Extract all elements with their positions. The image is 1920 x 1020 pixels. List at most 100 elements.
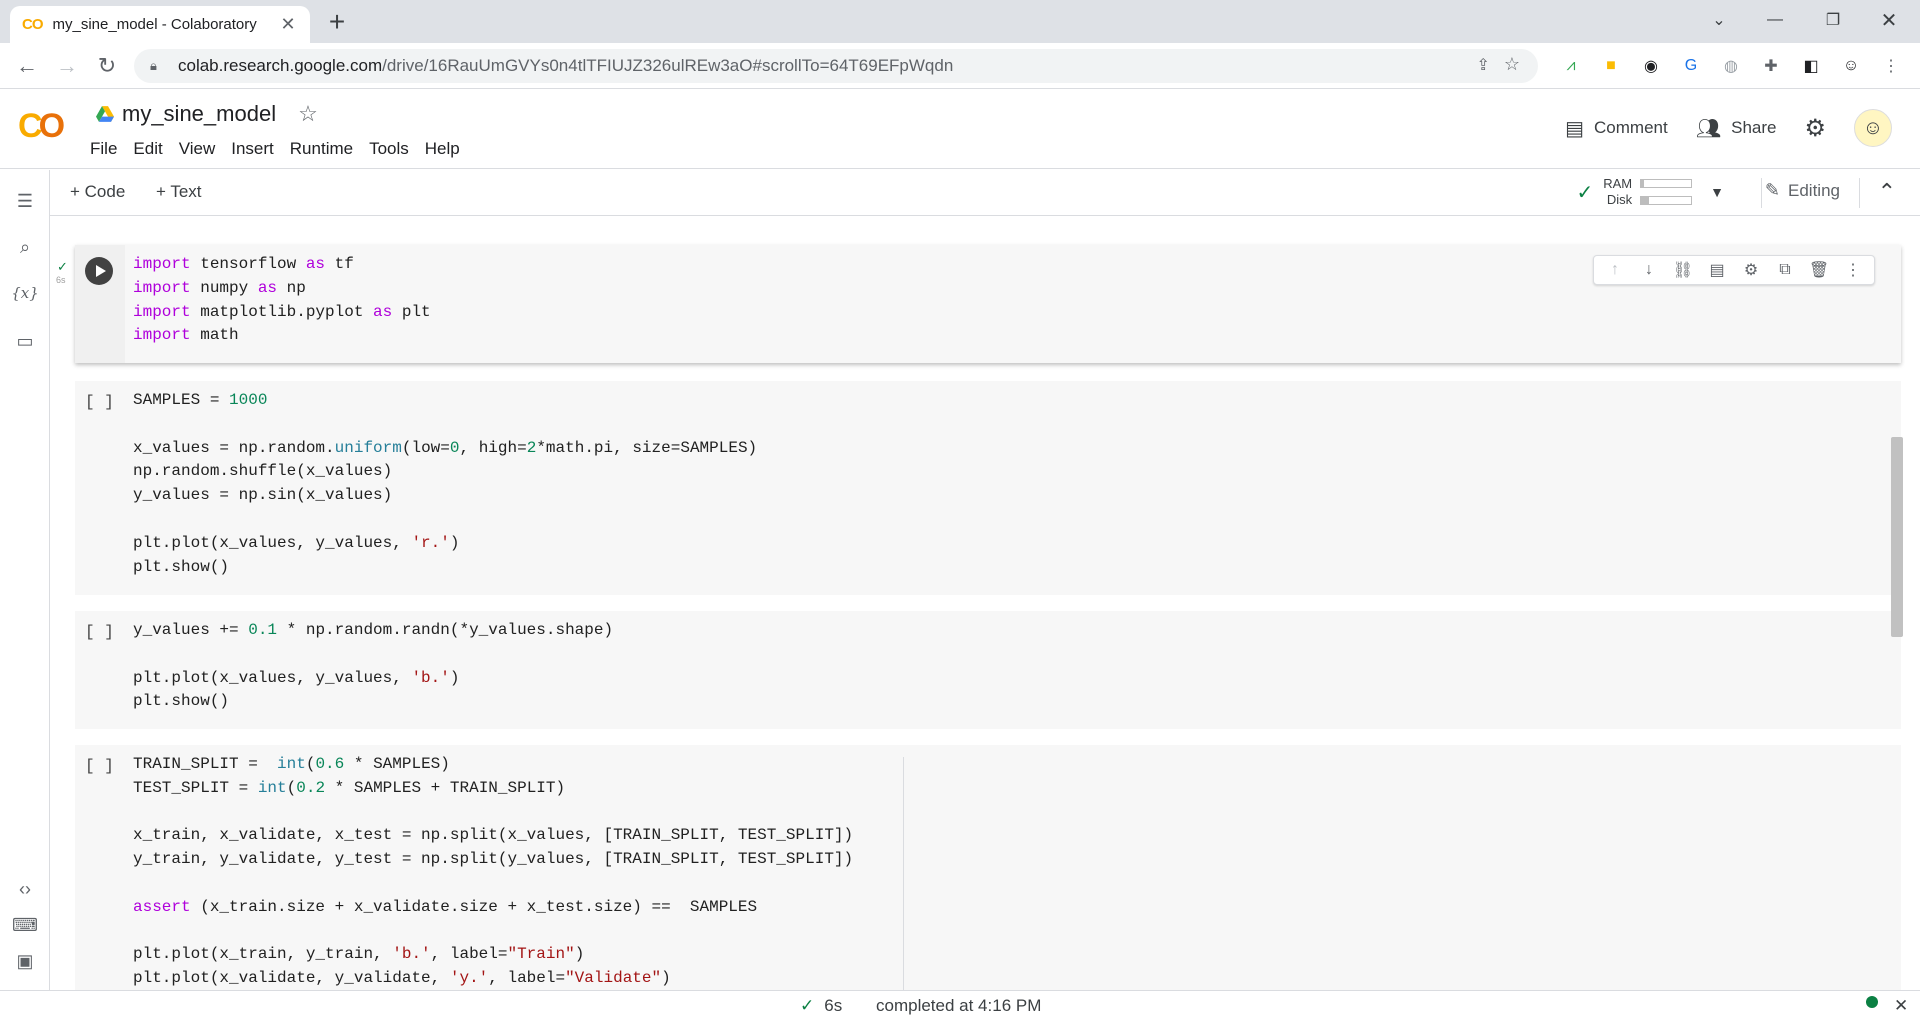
- notebook-title[interactable]: my_sine_model: [122, 101, 276, 127]
- cell-code[interactable]: TRAIN_SPLIT = int(0.6 * SAMPLES) TEST_SP…: [133, 753, 853, 990]
- chevron-down-icon[interactable]: ▼: [1710, 184, 1724, 200]
- cell-run-bracket[interactable]: [ ]: [85, 623, 114, 641]
- editing-label: Editing: [1788, 180, 1840, 200]
- status-bar: ✓ 6s completed at 4:16 PM ✕: [0, 990, 1920, 1020]
- user-avatar[interactable]: ☺: [1854, 109, 1892, 147]
- comment-button[interactable]: ▤ Comment: [1565, 116, 1668, 141]
- add-code-button[interactable]: + Code: [70, 182, 125, 202]
- settings-gear-icon[interactable]: ⚙: [1804, 114, 1826, 143]
- colab-favicon-icon: CO: [22, 16, 43, 33]
- link-icon[interactable]: ⛓: [1666, 260, 1700, 280]
- move-up-icon[interactable]: ↑: [1598, 261, 1632, 279]
- browser-tab[interactable]: CO my_sine_model - Colaboratory ✕: [10, 6, 310, 43]
- add-comment-icon[interactable]: ▤: [1700, 260, 1734, 280]
- code-cell-noise[interactable]: [ ] y_values += 0.1 * np.random.randn(*y…: [75, 611, 1901, 729]
- code-cell-imports[interactable]: import tensorflow as tf import numpy as …: [75, 245, 1901, 363]
- collapse-header-icon[interactable]: ⌃: [1878, 179, 1896, 205]
- url-bar[interactable]: 🔒︎ colab.research.google.com/drive/16Rau…: [134, 49, 1538, 83]
- url-host: colab.research.google.com: [178, 56, 383, 75]
- menu-insert[interactable]: Insert: [223, 139, 282, 159]
- code-line: import matplotlib.pyplot as plt: [133, 302, 431, 321]
- menu-edit[interactable]: Edit: [125, 139, 170, 159]
- left-sidebar: ☰ ⌕ {x} ▭ ‹› ⌨ ▣: [0, 170, 50, 990]
- comment-icon: ▤: [1565, 117, 1585, 140]
- cell-exec-time: 6s: [56, 275, 66, 285]
- more-options-icon[interactable]: ⋮: [1836, 260, 1870, 280]
- bookmark-star-icon[interactable]: ☆: [1504, 54, 1520, 75]
- comment-label: Comment: [1594, 118, 1668, 137]
- extension-3-icon[interactable]: ◉: [1638, 53, 1664, 79]
- share-label: Share: [1731, 118, 1777, 137]
- share-page-icon[interactable]: ⇪: [1476, 55, 1489, 75]
- tab-close-icon[interactable]: ✕: [278, 14, 298, 35]
- cell-run-bracket[interactable]: [ ]: [85, 757, 114, 775]
- code-line: import math: [133, 326, 239, 345]
- star-icon[interactable]: ☆: [298, 101, 318, 127]
- colab-logo[interactable]: CO: [18, 107, 65, 146]
- cell-settings-gear-icon[interactable]: ⚙: [1734, 260, 1768, 280]
- notebook-scrollbar[interactable]: [1891, 437, 1903, 637]
- menu-tools[interactable]: Tools: [361, 139, 417, 159]
- menu-runtime[interactable]: Runtime: [282, 139, 361, 159]
- cell-code[interactable]: import tensorflow as tf import numpy as …: [133, 253, 431, 348]
- table-of-contents-icon[interactable]: ☰: [12, 188, 38, 214]
- tab-search-icon[interactable]: ⌄: [1696, 0, 1742, 40]
- code-line: import tensorflow as tf: [133, 255, 354, 273]
- move-down-icon[interactable]: ↓: [1632, 261, 1666, 279]
- forward-button[interactable]: →: [52, 51, 82, 81]
- menu-file[interactable]: File: [82, 139, 125, 159]
- search-icon[interactable]: ⌕: [12, 234, 38, 260]
- runtime-connected-dot: [1866, 996, 1878, 1008]
- files-folder-icon[interactable]: ▭: [12, 328, 38, 354]
- cell-success-check-icon: ✓: [57, 259, 68, 274]
- back-button[interactable]: ←: [12, 51, 42, 81]
- code-cell-split[interactable]: [ ] TRAIN_SPLIT = int(0.6 * SAMPLES) TES…: [75, 745, 1901, 990]
- editing-mode-button[interactable]: ✎ Editing: [1765, 180, 1840, 201]
- code-snippets-icon[interactable]: ‹›: [12, 876, 38, 902]
- address-bar-row: ← → ↻ 🔒︎ colab.research.google.com/drive…: [0, 43, 1920, 89]
- completed-status[interactable]: completed at 4:16 PM: [876, 996, 1041, 1016]
- extension-5-icon[interactable]: ◍: [1718, 53, 1744, 79]
- connected-check-icon: ✓: [1576, 181, 1594, 204]
- close-status-icon[interactable]: ✕: [1894, 996, 1908, 1016]
- add-text-button[interactable]: + Text: [156, 182, 202, 202]
- window-close-button[interactable]: ✕: [1866, 0, 1912, 40]
- extension-2-icon[interactable]: ■: [1598, 53, 1624, 79]
- cell-code[interactable]: y_values += 0.1 * np.random.randn(*y_val…: [133, 619, 613, 714]
- ram-label: RAM: [1603, 176, 1633, 191]
- variables-icon[interactable]: {x}: [11, 280, 39, 306]
- exec-success-check-icon: ✓: [800, 996, 815, 1015]
- translate-extension-icon[interactable]: G: [1678, 53, 1704, 79]
- pencil-icon: ✎: [1764, 180, 1781, 200]
- menu-bar: File Edit View Insert Runtime Tools Help: [82, 139, 468, 159]
- ram-usage-bar: [1640, 179, 1693, 188]
- disk-usage-bar: [1640, 196, 1693, 205]
- lock-icon: 🔒︎: [150, 58, 157, 73]
- run-cell-button[interactable]: [85, 257, 113, 285]
- command-palette-icon[interactable]: ⌨: [12, 912, 38, 938]
- notebook-toolbar: + Code + Text ✓ RAM Disk ▼ ✎ Editing ⌃: [50, 170, 1920, 216]
- code-cell-samples[interactable]: [ ] SAMPLES = 1000 x_values = np.random.…: [75, 381, 1901, 595]
- delete-trash-icon[interactable]: 🗑︎: [1802, 260, 1836, 280]
- side-panel-icon[interactable]: ◧: [1798, 53, 1824, 79]
- profile-avatar-icon[interactable]: ☺: [1838, 53, 1864, 79]
- terminal-icon[interactable]: ▣: [12, 948, 38, 974]
- restore-button[interactable]: ❐: [1810, 0, 1856, 40]
- ruler-line: [903, 757, 904, 990]
- extension-1-icon[interactable]: ⩘: [1558, 53, 1584, 79]
- share-button[interactable]: 👥︎ Share: [1696, 116, 1777, 141]
- menu-view[interactable]: View: [171, 139, 224, 159]
- new-tab-button[interactable]: +: [322, 8, 352, 38]
- reload-button[interactable]: ↻: [92, 51, 122, 81]
- cell-code[interactable]: SAMPLES = 1000 x_values = np.random.unif…: [133, 389, 757, 579]
- cell-run-bracket[interactable]: [ ]: [85, 393, 114, 411]
- mirror-cell-icon[interactable]: ⧉: [1768, 261, 1802, 279]
- menu-help[interactable]: Help: [417, 139, 468, 159]
- minimize-button[interactable]: —: [1752, 0, 1798, 40]
- resources-indicator[interactable]: ✓ RAM Disk ▼: [1576, 176, 1724, 208]
- notebook-body: ✓ 6s import tensorflow as tf import nump…: [51, 217, 1905, 990]
- code-line: import numpy as np: [133, 278, 306, 297]
- browser-menu-icon[interactable]: ⋮: [1878, 53, 1904, 79]
- extensions-puzzle-icon[interactable]: ✚: [1758, 53, 1784, 79]
- disk-label: Disk: [1606, 192, 1633, 207]
